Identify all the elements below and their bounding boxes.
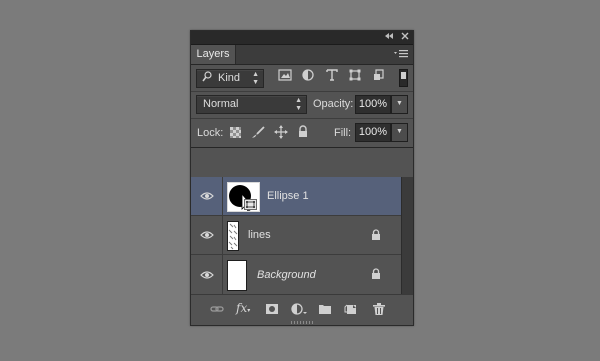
opacity-field[interactable]: 100% bbox=[355, 95, 391, 114]
new-group-icon[interactable] bbox=[318, 303, 332, 315]
adjustment-filter-icon[interactable] bbox=[301, 69, 315, 81]
layers-panel: Layers Kind ▲ ▼ Normal ▲ ▼ Opacity: 100%… bbox=[190, 30, 414, 326]
fx-label: fx bbox=[236, 301, 248, 315]
fx-icon[interactable]: fx▾ bbox=[236, 301, 254, 315]
fill-label: Fill: bbox=[334, 127, 352, 139]
dropdown-arrows-icon: ▲ ▼ bbox=[252, 71, 259, 86]
eye-icon[interactable] bbox=[200, 191, 214, 201]
filter-toggle-icon[interactable] bbox=[399, 69, 408, 87]
layer-row[interactable]: lines bbox=[191, 216, 401, 255]
pixel-filter-icon[interactable] bbox=[278, 69, 292, 81]
fill-field[interactable]: 100% bbox=[355, 123, 391, 142]
opacity-label: Opacity: bbox=[313, 98, 354, 110]
layer-name[interactable]: Background bbox=[257, 269, 316, 281]
visibility-cell[interactable] bbox=[191, 177, 223, 216]
add-mask-icon[interactable] bbox=[265, 303, 279, 315]
smart-object-filter-icon[interactable] bbox=[372, 69, 386, 81]
collapse-icon[interactable] bbox=[383, 31, 395, 44]
lock-position-icon[interactable] bbox=[274, 125, 288, 139]
blend-mode-value: Normal bbox=[203, 98, 239, 110]
close-icon[interactable] bbox=[399, 31, 411, 44]
panel-titlebar bbox=[191, 31, 413, 45]
type-filter-icon[interactable] bbox=[325, 69, 339, 81]
layer-thumbnail[interactable] bbox=[227, 221, 239, 251]
lock-image-pixels-icon[interactable] bbox=[251, 126, 265, 139]
lock-all-icon[interactable] bbox=[298, 125, 308, 138]
opacity-slider-button[interactable]: ▼ bbox=[391, 95, 408, 114]
filter-row: Kind ▲ ▼ bbox=[191, 65, 413, 92]
resize-grip[interactable] bbox=[291, 321, 315, 324]
layer-thumbnail[interactable] bbox=[227, 260, 247, 291]
lock-icon bbox=[371, 268, 381, 280]
blend-row: Normal ▲ ▼ Opacity: 100% ▼ bbox=[191, 92, 413, 119]
delete-layer-icon[interactable] bbox=[372, 303, 386, 315]
layers-scrollbar[interactable] bbox=[401, 177, 413, 295]
panel-menu-icon[interactable] bbox=[394, 48, 408, 60]
fill-slider-button[interactable]: ▼ bbox=[391, 123, 408, 142]
eye-icon[interactable] bbox=[200, 230, 214, 240]
filter-kind-dropdown[interactable]: Kind ▲ ▼ bbox=[196, 69, 264, 88]
new-layer-icon[interactable] bbox=[344, 303, 358, 315]
layer-row[interactable]: Ellipse 1 bbox=[191, 177, 401, 216]
search-icon bbox=[202, 71, 212, 89]
blend-mode-dropdown[interactable]: Normal ▲ ▼ bbox=[196, 95, 307, 114]
panel-bottom-bar: fx▾ bbox=[191, 294, 413, 325]
layer-name[interactable]: Ellipse 1 bbox=[267, 190, 309, 202]
eye-icon[interactable] bbox=[200, 270, 214, 280]
layer-name[interactable]: lines bbox=[248, 229, 271, 241]
layer-row[interactable]: Background bbox=[191, 255, 401, 295]
tab-layers[interactable]: Layers bbox=[191, 45, 236, 64]
lock-label: Lock: bbox=[197, 127, 224, 139]
link-layers-icon[interactable] bbox=[210, 303, 224, 315]
lock-row: Lock: Fill: 100% ▼ bbox=[191, 119, 413, 148]
new-adjustment-layer-icon[interactable] bbox=[291, 303, 307, 315]
shape-filter-icon[interactable] bbox=[348, 69, 362, 81]
layers-list: Ellipse 1 lines Background bbox=[191, 177, 413, 295]
lock-transparent-pixels-icon[interactable] bbox=[230, 127, 241, 138]
visibility-cell[interactable] bbox=[191, 255, 223, 295]
filter-kind-label: Kind bbox=[218, 72, 241, 84]
dropdown-arrows-icon: ▲ ▼ bbox=[295, 97, 302, 112]
visibility-cell[interactable] bbox=[191, 216, 223, 255]
vector-mask-badge-icon bbox=[244, 199, 257, 210]
panel-tab-row: Layers bbox=[191, 45, 413, 65]
lock-icon bbox=[371, 229, 381, 241]
